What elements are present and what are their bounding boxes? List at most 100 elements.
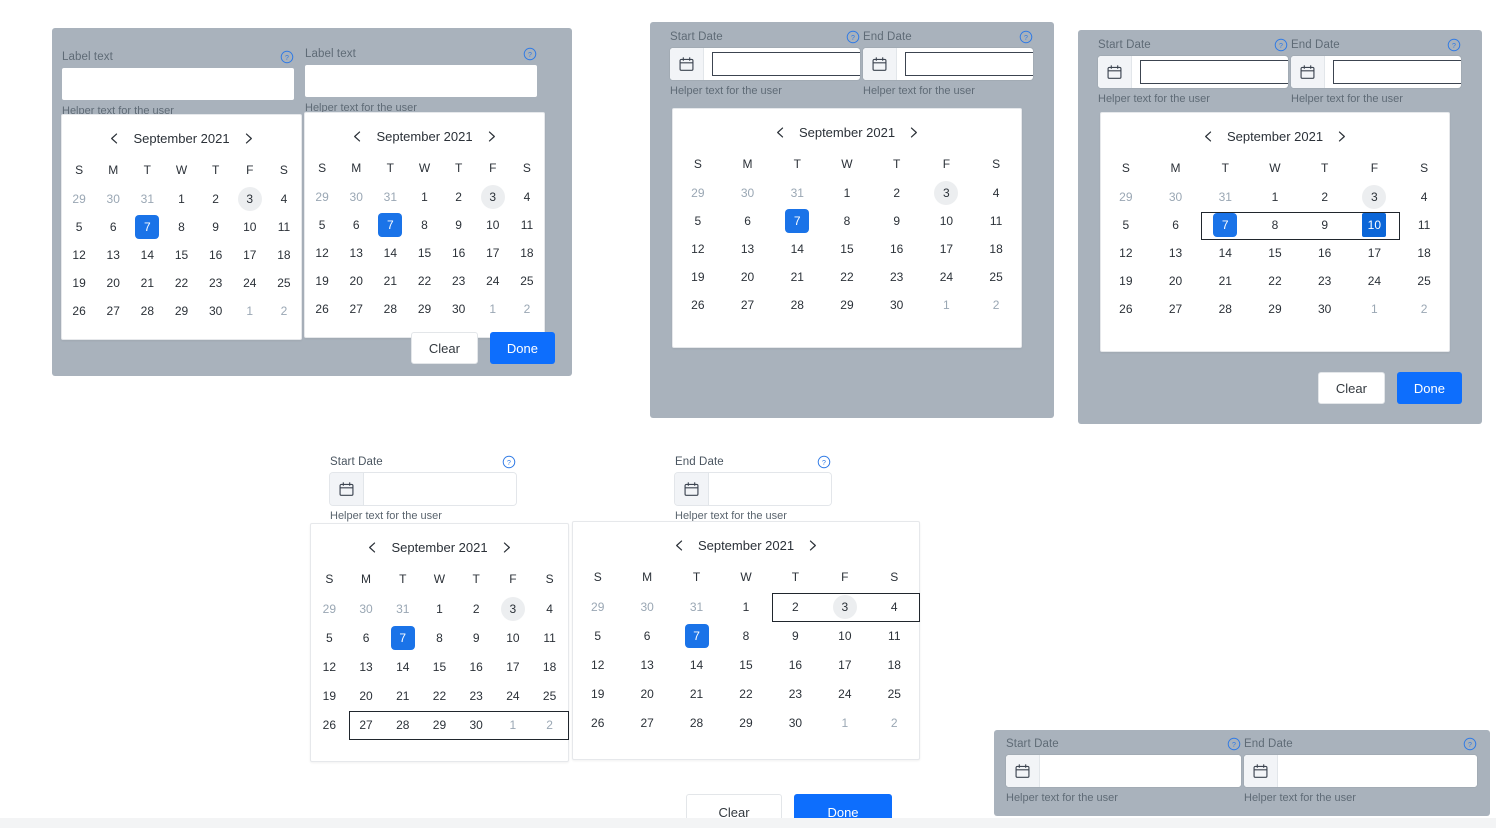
- calendar-day-cell[interactable]: 3: [922, 179, 972, 207]
- calendar-day-cell[interactable]: 21: [672, 679, 721, 708]
- calendar-day-cell[interactable]: 4: [870, 592, 919, 621]
- calendar-day-cell[interactable]: 12: [62, 241, 96, 269]
- calendar-day-cell[interactable]: 31: [373, 183, 407, 211]
- calendar-day-cell[interactable]: 12: [1101, 239, 1151, 267]
- calendar-day-cell[interactable]: 27: [1151, 295, 1201, 323]
- chevron-left-icon[interactable]: [774, 126, 787, 139]
- calendar-icon-button[interactable]: [1006, 755, 1040, 787]
- calendar-day-cell[interactable]: 29: [311, 594, 348, 623]
- calendar-day-cell[interactable]: 1: [721, 592, 770, 621]
- calendar-day-cell[interactable]: 16: [872, 235, 922, 263]
- calendar-day-cell[interactable]: 7: [1200, 211, 1250, 239]
- calendar-day-cell[interactable]: 19: [311, 681, 348, 710]
- calendar-day-cell[interactable]: 2: [267, 297, 301, 325]
- calendar-icon-button[interactable]: [1291, 56, 1325, 88]
- calendar-day-cell[interactable]: 1: [233, 297, 267, 325]
- calendar-day-cell[interactable]: 27: [96, 297, 130, 325]
- calendar-day-cell[interactable]: 31: [1200, 183, 1250, 211]
- calendar-day-cell[interactable]: 4: [531, 594, 568, 623]
- calendar-day-cell[interactable]: 14: [384, 652, 421, 681]
- calendar-day-cell[interactable]: 31: [772, 179, 822, 207]
- calendar-day-cell[interactable]: 13: [348, 652, 385, 681]
- calendar-day-cell[interactable]: 29: [164, 297, 198, 325]
- calendar-day-cell[interactable]: 27: [622, 708, 671, 737]
- calendar-day-cell[interactable]: 19: [1101, 267, 1151, 295]
- calendar-day-cell[interactable]: 26: [1101, 295, 1151, 323]
- calendar-day-cell[interactable]: 18: [971, 235, 1021, 263]
- calendar-day-cell[interactable]: 30: [1300, 295, 1350, 323]
- calendar-icon-button[interactable]: [1244, 755, 1278, 787]
- date-input-right[interactable]: [305, 65, 537, 97]
- calendar-day-cell[interactable]: 27: [723, 291, 773, 319]
- calendar-day-cell[interactable]: 12: [311, 652, 348, 681]
- calendar-day-cell[interactable]: 31: [672, 592, 721, 621]
- calendar-day-cell[interactable]: 26: [573, 708, 622, 737]
- calendar-day-cell[interactable]: 11: [510, 211, 544, 239]
- calendar-day-cell[interactable]: 6: [723, 207, 773, 235]
- calendar-day-cell[interactable]: 30: [872, 291, 922, 319]
- calendar-day-cell[interactable]: 21: [384, 681, 421, 710]
- calendar-day-cell[interactable]: 9: [458, 623, 495, 652]
- calendar-day-cell[interactable]: 1: [922, 291, 972, 319]
- calendar-day-cell[interactable]: 23: [199, 269, 233, 297]
- calendar-day-cell[interactable]: 1: [822, 179, 872, 207]
- calendar-day-cell[interactable]: 8: [421, 623, 458, 652]
- help-circle-icon[interactable]: ?: [1227, 737, 1241, 751]
- calendar-day-cell[interactable]: 10: [1350, 211, 1400, 239]
- calendar-day-cell[interactable]: 29: [822, 291, 872, 319]
- calendar-day-cell[interactable]: 11: [531, 623, 568, 652]
- calendar-day-cell[interactable]: 8: [721, 621, 770, 650]
- help-circle-icon[interactable]: ?: [280, 50, 294, 64]
- calendar-day-cell[interactable]: 29: [1250, 295, 1300, 323]
- calendar-day-cell[interactable]: 30: [199, 297, 233, 325]
- calendar-day-cell[interactable]: 6: [622, 621, 671, 650]
- help-circle-icon[interactable]: ?: [846, 30, 860, 44]
- calendar-day-cell[interactable]: 30: [1151, 183, 1201, 211]
- calendar-day-cell[interactable]: 5: [673, 207, 723, 235]
- calendar-day-cell[interactable]: 1: [476, 295, 510, 323]
- calendar-day-cell[interactable]: 12: [305, 239, 339, 267]
- chevron-left-icon[interactable]: [108, 132, 121, 145]
- calendar-day-cell[interactable]: 13: [622, 650, 671, 679]
- calendar-day-cell[interactable]: 17: [922, 235, 972, 263]
- calendar-day-cell[interactable]: 29: [1101, 183, 1151, 211]
- end-date-input[interactable]: [905, 52, 1033, 76]
- calendar-day-cell[interactable]: 15: [407, 239, 441, 267]
- calendar-day-cell[interactable]: 7: [672, 621, 721, 650]
- start-date-input[interactable]: [712, 52, 860, 76]
- start-date-input[interactable]: [1140, 60, 1288, 84]
- chevron-right-icon[interactable]: [500, 541, 513, 554]
- calendar-day-cell[interactable]: 4: [971, 179, 1021, 207]
- calendar-day-cell[interactable]: 2: [531, 710, 568, 739]
- calendar-day-cell[interactable]: 17: [1350, 239, 1400, 267]
- calendar-icon-button[interactable]: [675, 473, 709, 505]
- calendar-day-cell[interactable]: 14: [373, 239, 407, 267]
- calendar-day-cell[interactable]: 21: [130, 269, 164, 297]
- calendar-day-cell[interactable]: 27: [348, 710, 385, 739]
- calendar-day-cell[interactable]: 18: [267, 241, 301, 269]
- calendar-day-cell[interactable]: 17: [495, 652, 532, 681]
- calendar-day-cell[interactable]: 22: [164, 269, 198, 297]
- calendar-day-cell[interactable]: 30: [442, 295, 476, 323]
- calendar-day-cell[interactable]: 25: [531, 681, 568, 710]
- end-date-input[interactable]: [1333, 60, 1461, 84]
- calendar-day-cell[interactable]: 25: [1399, 267, 1449, 295]
- calendar-day-cell[interactable]: 19: [305, 267, 339, 295]
- calendar-day-cell[interactable]: 3: [476, 183, 510, 211]
- calendar-day-cell[interactable]: 23: [442, 267, 476, 295]
- calendar-day-cell[interactable]: 8: [164, 213, 198, 241]
- calendar-day-cell[interactable]: 23: [1300, 267, 1350, 295]
- calendar-day-cell[interactable]: 17: [233, 241, 267, 269]
- calendar-day-cell[interactable]: 1: [164, 185, 198, 213]
- calendar-icon-button[interactable]: [863, 48, 897, 80]
- calendar-day-cell[interactable]: 2: [458, 594, 495, 623]
- calendar-day-cell[interactable]: 19: [62, 269, 96, 297]
- date-input-left[interactable]: [62, 68, 294, 100]
- calendar-day-cell[interactable]: 16: [199, 241, 233, 269]
- calendar-day-cell[interactable]: 5: [62, 213, 96, 241]
- calendar-day-cell[interactable]: 25: [267, 269, 301, 297]
- calendar-day-cell[interactable]: 8: [407, 211, 441, 239]
- calendar-day-cell[interactable]: 2: [872, 179, 922, 207]
- calendar-day-cell[interactable]: 18: [870, 650, 919, 679]
- end-date-input[interactable]: [709, 473, 831, 505]
